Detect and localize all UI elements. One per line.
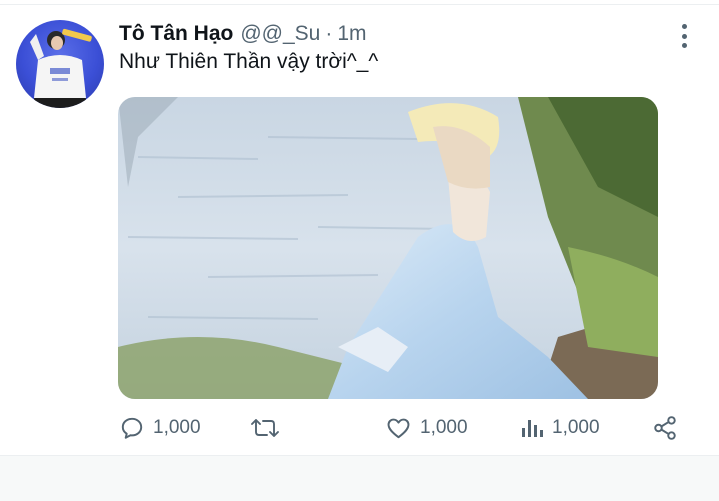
tweet-actions: 1,000 1,000 1,000 (0, 412, 719, 444)
views-count: 1,000 (552, 417, 600, 438)
retweet-button[interactable] (250, 412, 280, 444)
top-divider (0, 4, 719, 5)
like-button[interactable]: 1,000 (385, 412, 468, 444)
analytics-icon (522, 420, 543, 437)
share-icon (654, 416, 676, 440)
separator-dot: · (325, 22, 333, 45)
timestamp[interactable]: 1m (337, 22, 366, 46)
user-handle[interactable]: @@_Su (240, 22, 320, 46)
retweet-icon (251, 419, 279, 437)
more-vertical-icon[interactable] (674, 24, 694, 48)
avatar-photo (30, 28, 92, 108)
reply-count: 1,000 (153, 417, 201, 438)
avatar[interactable] (16, 20, 104, 108)
feed-background (0, 456, 719, 501)
tweet-text: Như Thiên Thần vậy trời^_^ (119, 50, 379, 73)
photo-boy-by-water (118, 97, 658, 399)
comment-icon (121, 417, 143, 439)
like-count: 1,000 (420, 417, 468, 438)
views-button[interactable]: 1,000 (520, 412, 600, 444)
tweet-header: Tô Tân Hạo @@_Su · 1m (119, 22, 367, 48)
heart-icon (387, 418, 410, 439)
tweet-image[interactable] (118, 97, 658, 399)
share-button[interactable] (652, 412, 678, 444)
reply-button[interactable]: 1,000 (119, 412, 201, 444)
display-name[interactable]: Tô Tân Hạo (119, 22, 233, 46)
